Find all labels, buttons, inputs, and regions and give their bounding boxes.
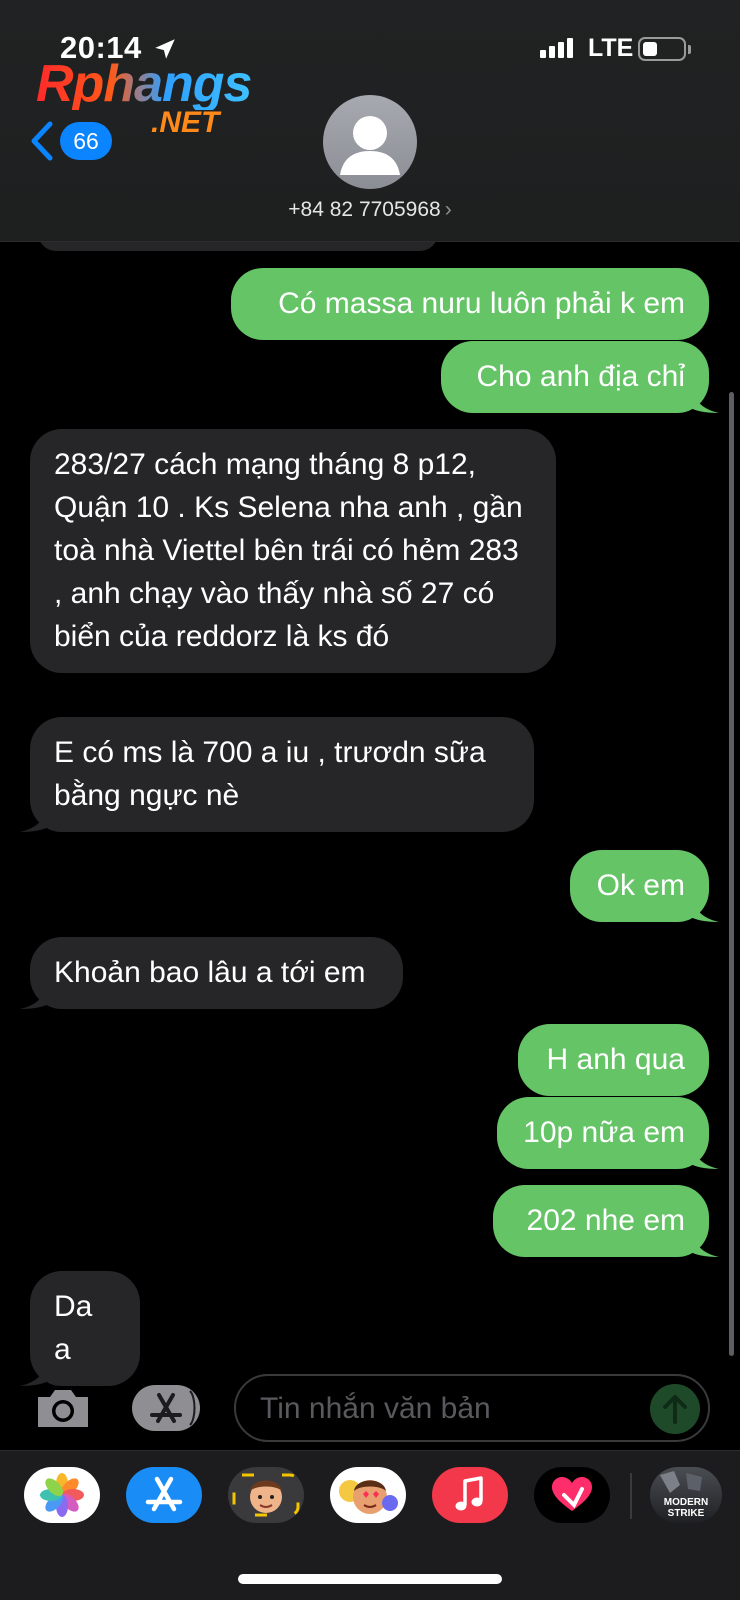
bubble-tail bbox=[20, 1356, 50, 1386]
message-bubble-incoming[interactable]: 283/27 cách mạng tháng 8 p12, Quận 10 . … bbox=[30, 429, 556, 673]
send-button[interactable] bbox=[650, 1384, 700, 1434]
message-text: Khoản bao lâu a tới em bbox=[54, 956, 366, 989]
person-icon bbox=[340, 116, 400, 175]
message-text: 283/27 cách mạng tháng 8 p12, Quận 10 . … bbox=[54, 448, 523, 653]
digital-touch-icon[interactable] bbox=[534, 1467, 610, 1523]
message-bubble-outgoing[interactable]: 10p nữa em bbox=[497, 1097, 719, 1169]
app-store-icon[interactable] bbox=[126, 1467, 202, 1523]
watermark-logo: Rphangs .NET bbox=[36, 55, 252, 139]
home-indicator[interactable] bbox=[238, 1574, 502, 1584]
arrow-up-icon bbox=[663, 1395, 687, 1424]
drawer-divider bbox=[630, 1473, 632, 1519]
message-text: 10p nữa em bbox=[523, 1116, 685, 1149]
app-store-button[interactable] bbox=[132, 1385, 200, 1431]
network-type: LTE bbox=[588, 34, 634, 62]
unread-count-badge: 66 bbox=[60, 122, 112, 160]
message-bubble-incoming[interactable]: Khoản bao lâu a tới em bbox=[20, 937, 403, 1009]
message-input-placeholder: Tin nhắn văn bản bbox=[260, 1392, 491, 1425]
photos-icon[interactable] bbox=[24, 1467, 100, 1523]
contact-name-button[interactable]: +84 82 7705968 › bbox=[0, 198, 740, 222]
contact-avatar[interactable] bbox=[323, 95, 417, 189]
watermark-main-text: Rphangs bbox=[36, 55, 252, 113]
message-text: Cho anh địa chỉ bbox=[476, 360, 685, 393]
contact-name: +84 82 7705968 bbox=[288, 198, 441, 221]
bubble-tail bbox=[689, 1227, 719, 1257]
message-text: Da a bbox=[54, 1290, 93, 1366]
memoji-icon[interactable] bbox=[228, 1467, 304, 1523]
signal-icon bbox=[540, 38, 573, 58]
message-text: H anh qua bbox=[546, 1043, 685, 1076]
battery-tip bbox=[688, 45, 691, 54]
message-bubble-outgoing[interactable]: Có massa nuru luôn phải k em bbox=[231, 268, 709, 340]
message-text: Ok em bbox=[596, 869, 685, 902]
message-bubble-incoming[interactable]: Da a bbox=[20, 1271, 140, 1386]
back-button[interactable]: 66 bbox=[28, 120, 112, 162]
conversation-header: 20:14 LTE Rphangs .NET 66 +84 82 7705968… bbox=[0, 0, 740, 242]
bubble-tail bbox=[689, 383, 719, 413]
scrollbar[interactable] bbox=[729, 392, 734, 1356]
message-bubble-outgoing[interactable]: H anh qua bbox=[518, 1024, 709, 1096]
battery-icon bbox=[638, 37, 686, 61]
app-store-icon bbox=[150, 1390, 196, 1426]
bubble-tail bbox=[20, 979, 50, 1009]
message-text: Có massa nuru luôn phải k em bbox=[278, 287, 685, 320]
message-input[interactable]: Tin nhắn văn bản bbox=[234, 1374, 710, 1442]
message-bubble-outgoing[interactable]: Cho anh địa chỉ bbox=[441, 341, 719, 413]
bubble-tail bbox=[689, 1139, 719, 1169]
message-bubble-outgoing[interactable]: Ok em bbox=[570, 850, 719, 922]
message-bubble-outgoing[interactable]: 202 nhe em bbox=[493, 1185, 719, 1257]
modern-strike-icon[interactable]: MODERN STRIKE bbox=[650, 1467, 722, 1523]
game-label-2: STRIKE bbox=[668, 1508, 705, 1519]
message-text: E có ms là 700 a iu , trươdn sữa bằng ng… bbox=[54, 736, 486, 812]
game-label-1: MODERN bbox=[664, 1497, 708, 1508]
watermark-sub-text: .NET bbox=[151, 106, 220, 139]
message-text: 202 nhe em bbox=[526, 1204, 685, 1237]
music-icon[interactable] bbox=[432, 1467, 508, 1523]
bubble-tail bbox=[689, 892, 719, 922]
message-bubble-incoming[interactable]: E có ms là 700 a iu , trươdn sữa bằng ng… bbox=[20, 717, 534, 832]
chevron-right-icon: › bbox=[444, 198, 452, 221]
camera-icon[interactable] bbox=[34, 1385, 92, 1431]
animoji-icon[interactable] bbox=[330, 1467, 406, 1523]
chevron-left-icon bbox=[31, 121, 53, 161]
bubble-tail bbox=[20, 802, 50, 832]
